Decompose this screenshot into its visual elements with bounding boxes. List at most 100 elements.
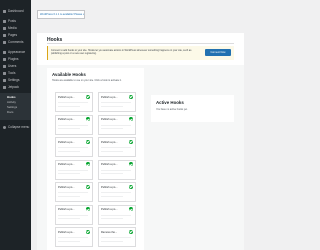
hook-label: Publish a po... [101,163,118,166]
hook-card[interactable]: Remove the... [98,227,136,247]
hook-card[interactable]: Publish a po... [98,92,136,112]
sidebar-item-label: Media [8,26,17,30]
brush-icon [3,50,6,54]
hook-label: Publish a po... [58,208,75,211]
hook-preview-line [101,173,123,174]
hook-preview-line [101,169,131,171]
hook-preview-line [101,240,123,242]
hook-preview-line [58,128,80,129]
connect-alert: Connect to add hooks to your site. Hooks… [47,46,234,60]
hook-preview-line [101,195,123,197]
hook-label: Remove the... [101,230,118,234]
hook-preview-line [58,237,88,238]
hook-preview-line [101,218,123,219]
hook-label: Publish a po... [58,163,75,166]
hook-preview-line [58,173,80,174]
users-icon [3,64,6,68]
sidebar-item-media[interactable]: Media [0,25,31,31]
check-icon [128,94,133,99]
hook-preview-line [58,102,88,103]
sidebar-item-posts[interactable]: Posts [0,18,31,24]
media-icon [3,26,6,30]
hook-preview-line [58,147,88,148]
admin-sidebar: Dashboard Posts Media Pages Comments App… [0,0,197,250]
check-icon [85,139,90,144]
sidebar-item-jetpack[interactable]: Jetpack [0,84,31,90]
collapse-menu-label: Collapse menu [8,125,30,129]
sidebar-item-label: Tools [8,71,16,75]
plugin-icon [3,57,6,61]
hook-preview-line [58,150,80,152]
sidebar-item-pages[interactable]: Pages [0,32,31,38]
hook-preview-line [101,214,131,216]
sidebar-item-label: Posts [8,19,16,23]
hook-card[interactable]: Publish a po... [55,92,93,112]
hook-preview-line [101,237,131,238]
sidebar-item-label: Settings [8,78,20,82]
hook-card[interactable]: Publish a po... [55,137,93,157]
hook-preview-line [101,105,123,107]
update-notice: WordPress 6.1.1 is available! Please upd… [37,10,85,19]
available-hooks-card: Available Hooks Hooks are available to u… [47,68,144,250]
hook-label: Publish a po... [101,140,118,144]
hook-label: Publish a po... [101,208,118,211]
comment-icon [3,40,6,44]
hook-card[interactable]: Publish a po... [98,204,136,225]
hook-card[interactable]: Publish a po... [98,137,136,157]
connect-button[interactable]: Connect Now [205,49,231,56]
hooks-panel: Hooks Connect to add hooks to your site.… [37,33,244,250]
hook-label: Publish a po... [101,95,118,99]
page-icon [3,33,6,37]
hook-label: Publish a po... [58,185,75,189]
check-icon [128,207,133,212]
hook-preview-line [101,102,131,103]
hook-preview-line [58,192,88,193]
active-hooks-card: Active Hooks You have no active hooks ye… [151,95,234,122]
check-icon [128,117,133,122]
hook-preview-line [58,169,88,171]
hook-card[interactable]: Publish a po... [98,159,136,180]
sidebar-item-dashboard[interactable]: Dashboard [0,8,31,14]
hook-card[interactable]: Publish a po... [55,182,93,202]
hook-preview-line [58,105,80,107]
check-icon [128,139,133,144]
hook-preview-line [58,124,88,126]
settings-icon [3,78,6,82]
collapse-menu-button[interactable]: Collapse menu [0,124,31,130]
wrench-icon [3,71,6,75]
panel-header: Hooks Connect to add hooks to your site.… [37,33,244,65]
collapse-icon [3,125,6,129]
sidebar-item-label: Dashboard [8,9,24,13]
hook-card[interactable]: Publish a po... [55,159,93,180]
sidebar-item-label: Comments [8,40,24,44]
hook-card[interactable]: Publish a po... [55,204,93,225]
sidebar-item-label: Pages [8,33,18,37]
hook-preview-line [58,218,80,219]
sidebar-item-plugins[interactable]: Plugins [0,56,31,62]
sidebar-item-comments[interactable]: Comments [0,39,31,45]
hook-preview-line [58,240,80,242]
check-icon [85,162,90,167]
hook-card[interactable]: Publish a po... [98,114,136,135]
hook-card[interactable]: Publish a po... [98,182,136,202]
sidebar-item-tools[interactable]: Tools [0,70,31,76]
hook-preview-line [58,214,88,216]
sidebar-item-appearance[interactable]: Appearance [0,49,31,55]
hook-label: Publish a po... [101,118,118,121]
hook-label: Publish a po... [58,230,75,234]
sidebar-item-settings[interactable]: Settings [0,77,31,83]
check-icon [85,207,90,212]
hook-card[interactable]: Publish a po... [55,227,93,247]
hook-preview-line [101,124,131,126]
sidebar-item-label: Plugins [8,57,19,61]
sidebar-item-users[interactable]: Users [0,63,31,69]
submenu-item-docs[interactable]: Docs [0,110,31,115]
hook-preview-line [101,128,123,129]
update-notice-link[interactable]: WordPress 6.1.1 is available! Please upd… [40,13,84,16]
check-icon [85,184,90,189]
hook-label: Publish a po... [101,185,118,189]
sidebar-item-label: Users [8,64,17,68]
jetpack-icon [3,85,6,89]
hook-card[interactable]: Publish a po... [55,114,93,135]
dashboard-icon [3,9,6,13]
